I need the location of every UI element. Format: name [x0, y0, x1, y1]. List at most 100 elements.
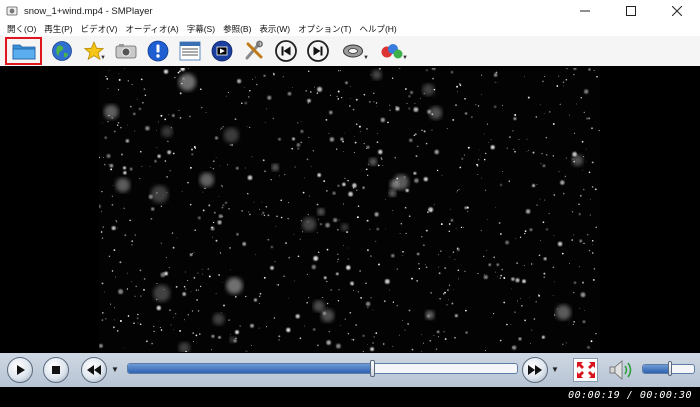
snowflake-blur — [317, 208, 325, 216]
menu-options[interactable]: オプション(T) — [294, 22, 355, 36]
snow-speck — [170, 324, 172, 326]
video-area[interactable] — [0, 66, 700, 353]
mute-button[interactable] — [607, 358, 635, 382]
fullscreen-button[interactable] — [573, 358, 598, 382]
snow-speck — [187, 314, 189, 316]
snow-speck — [110, 168, 113, 171]
snow-speck — [526, 138, 528, 140]
snowflake — [426, 69, 428, 72]
snow-speck — [300, 141, 302, 144]
video-equalizer-button[interactable] — [208, 38, 235, 65]
snow-speck — [164, 118, 167, 121]
snowflake — [233, 339, 237, 343]
subtitles-button[interactable]: ▼ — [375, 38, 409, 65]
info-button[interactable] — [144, 38, 171, 65]
snow-speck — [248, 211, 250, 213]
menu-open[interactable]: 開く(O) — [3, 22, 40, 36]
forward-menu-chevron-icon[interactable]: ▼ — [551, 365, 559, 374]
playlist-button[interactable] — [176, 38, 203, 65]
snow-speck — [430, 210, 433, 212]
rewind-button[interactable] — [81, 357, 107, 383]
minimize-button[interactable] — [562, 0, 608, 22]
seek-bar[interactable] — [127, 363, 518, 374]
preferences-tools-icon — [245, 40, 263, 60]
snowflake — [180, 68, 185, 71]
snow-speck — [521, 304, 523, 307]
seek-handle[interactable] — [370, 360, 376, 377]
snow-speck — [244, 167, 246, 169]
snow-speck — [343, 245, 345, 247]
snow-speck — [337, 90, 340, 93]
snow-speck — [299, 337, 302, 340]
snowflake — [513, 117, 517, 121]
snow-speck — [583, 188, 585, 191]
snow-speck — [405, 88, 407, 90]
snowflake — [427, 109, 432, 114]
forward-button[interactable] — [522, 357, 548, 383]
menu-bar: 開く(O) 再生(P) ビデオ(V) オーディオ(A) 字幕(S) 参照(B) … — [0, 22, 700, 36]
snow-speck — [373, 336, 375, 338]
menu-browse[interactable]: 参照(B) — [219, 22, 255, 36]
menu-view[interactable]: 表示(W) — [255, 22, 294, 36]
snow-speck — [496, 81, 498, 83]
snowflake — [337, 184, 340, 187]
snow-speck — [502, 171, 504, 172]
snow-speck — [241, 210, 243, 212]
snowflake — [222, 204, 225, 207]
menu-play[interactable]: 再生(P) — [40, 22, 76, 36]
snowflake — [529, 228, 533, 232]
snow-speck — [108, 115, 110, 117]
snow-speck — [133, 322, 135, 325]
snowflake — [584, 89, 589, 94]
next-button[interactable] — [304, 38, 331, 65]
snow-speck — [113, 307, 115, 309]
snow-speck — [207, 268, 209, 270]
open-url-button[interactable] — [48, 38, 75, 65]
screenshot-button[interactable] — [112, 38, 139, 65]
stop-button[interactable] — [43, 357, 69, 383]
menu-help[interactable]: ヘルプ(H) — [355, 22, 400, 36]
maximize-button[interactable] — [608, 0, 654, 22]
video-frame[interactable] — [99, 68, 600, 352]
audio-track-button[interactable]: ▼ — [336, 38, 370, 65]
preferences-button[interactable] — [240, 38, 267, 65]
snow-speck — [438, 266, 439, 268]
snow-speck — [160, 205, 163, 208]
snow-speck — [564, 175, 566, 178]
snow-speck — [508, 180, 510, 182]
snow-speck — [370, 255, 372, 257]
close-button[interactable] — [654, 0, 700, 22]
snow-speck — [508, 136, 511, 139]
menu-subtitles[interactable]: 字幕(S) — [183, 22, 219, 36]
snow-speck — [552, 155, 555, 157]
snow-speck — [542, 80, 544, 83]
snow-speck — [337, 253, 339, 255]
snow-speck — [452, 118, 455, 121]
snow-speck — [372, 309, 374, 311]
snowflake — [345, 81, 348, 85]
snow-speck — [117, 227, 119, 229]
snow-speck — [352, 338, 355, 341]
snowflake — [543, 257, 547, 261]
snow-speck — [466, 206, 468, 207]
snow-speck — [227, 91, 230, 93]
snowflake — [215, 136, 218, 140]
snow-speck — [328, 330, 331, 333]
rewind-menu-chevron-icon[interactable]: ▼ — [111, 365, 119, 374]
snowflake — [307, 98, 311, 103]
menu-video[interactable]: ビデオ(V) — [77, 22, 122, 36]
open-file-button[interactable] — [5, 37, 42, 65]
volume-handle[interactable] — [667, 361, 672, 376]
snow-speck — [527, 96, 530, 99]
snow-speck — [396, 177, 399, 180]
play-button[interactable] — [7, 357, 33, 383]
snow-speck — [194, 147, 197, 149]
snow-speck — [336, 95, 338, 97]
favorites-button[interactable]: ▼ — [80, 38, 107, 65]
snow-speck — [591, 127, 593, 130]
previous-button[interactable] — [272, 38, 299, 65]
snow-speck — [131, 281, 133, 282]
main-toolbar: ▼ ▼ ▼ — [0, 36, 700, 66]
menu-audio[interactable]: オーディオ(A) — [121, 22, 182, 36]
snow-speck — [193, 277, 196, 279]
